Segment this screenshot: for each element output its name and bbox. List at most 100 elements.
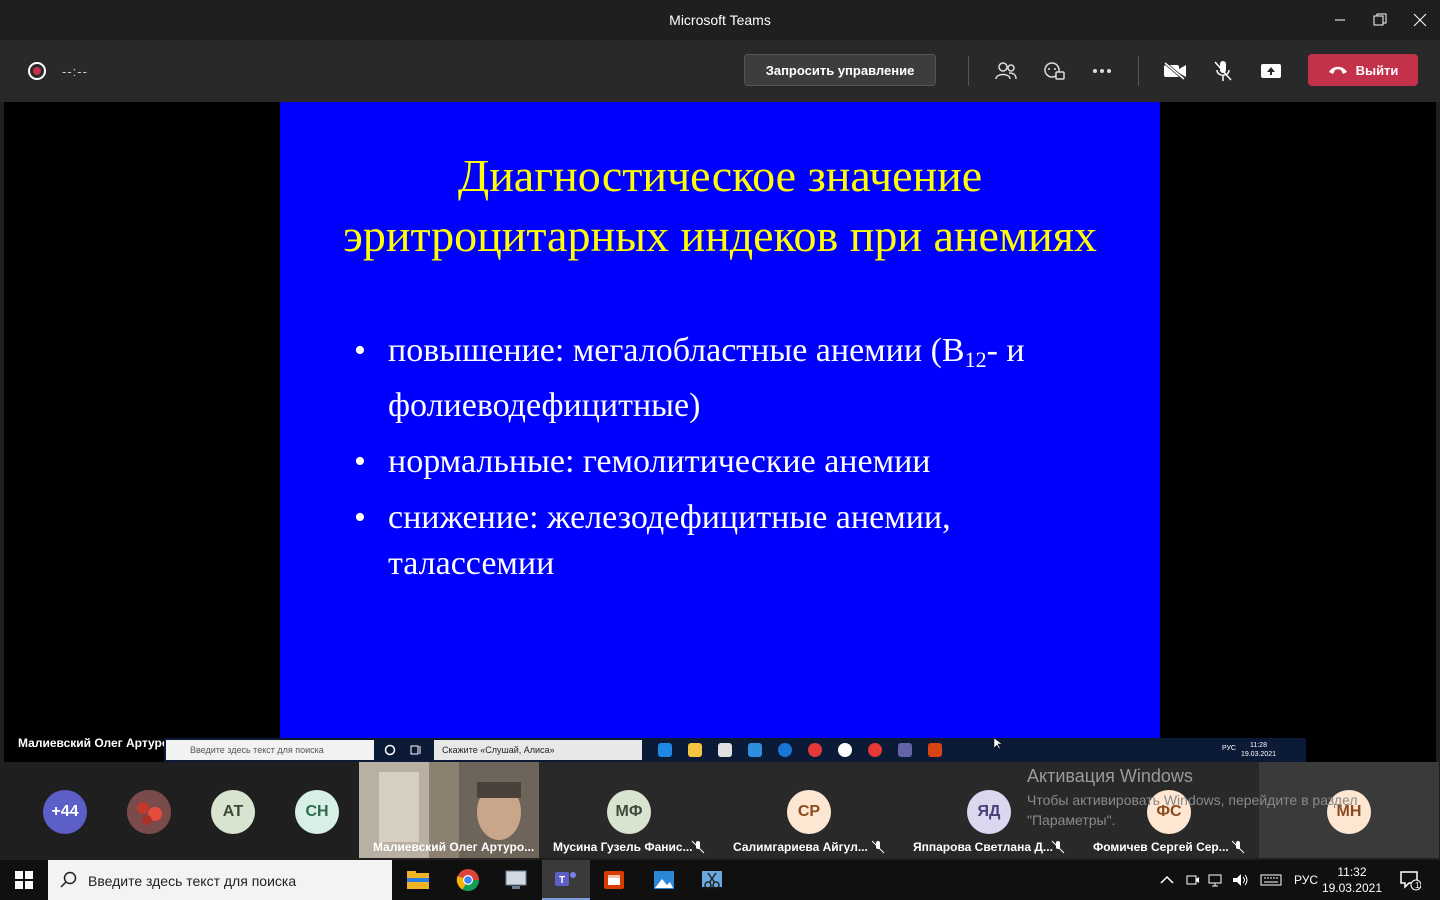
avatar-initials: ЯД — [967, 790, 1011, 834]
mail-icon — [748, 743, 762, 757]
shared-search-box: Введите здесь текст для поиска — [166, 740, 374, 760]
call-timer: --:-- — [62, 64, 88, 79]
mic-off-icon — [1214, 61, 1232, 81]
mic-off-icon — [691, 840, 705, 854]
snipping-tool-app[interactable] — [688, 860, 736, 900]
meet-now-icon[interactable] — [1186, 873, 1200, 887]
chevron-up-icon[interactable] — [1160, 875, 1174, 885]
chrome-app[interactable] — [444, 860, 492, 900]
chat-button[interactable] — [1039, 56, 1069, 86]
participant-video-tile[interactable]: Малиевский Олег Артуро... — [359, 762, 539, 858]
slide-bullet: повышение: мегалобластные анемии (B12- и… — [354, 328, 1114, 429]
minimize-icon — [1335, 19, 1345, 21]
participant-name: Малиевский Олег Артуро... — [373, 840, 535, 854]
network-icon[interactable] — [1208, 873, 1224, 887]
ie-icon — [778, 743, 792, 757]
restore-button[interactable] — [1360, 0, 1400, 40]
shared-taskbar: Введите здесь текст для поиска Скажите «… — [164, 738, 1306, 762]
chrome-icon — [808, 743, 822, 757]
edge-icon — [658, 743, 672, 757]
mouse-cursor-icon — [994, 738, 1002, 750]
activation-watermark-title: Активация Windows — [1027, 766, 1193, 786]
presentation-slide: Диагностическое значение эритроцитарных … — [280, 102, 1160, 742]
avatar-photo[interactable] — [127, 790, 171, 834]
avatar-initials[interactable]: АТ — [211, 790, 255, 834]
call-toolbar: --:-- Запросить управление Выйти — [0, 40, 1440, 102]
taskbar-search-box[interactable]: Введите здесь текст для поиска — [48, 860, 392, 900]
participant-name: Яппарова Светлана Д... — [913, 840, 1053, 854]
more-actions-button[interactable] — [1087, 56, 1117, 86]
office-app[interactable] — [590, 860, 638, 900]
shared-clock: 11:28 19.03.2021 — [1241, 741, 1276, 759]
avatar-initials: МФ — [607, 790, 651, 834]
participants-button[interactable] — [991, 56, 1021, 86]
participant-tile[interactable]: МФ Мусина Гузель Фанис... — [539, 762, 719, 858]
ellipsis-icon — [1093, 69, 1111, 73]
start-button[interactable] — [0, 860, 48, 900]
close-icon — [1413, 13, 1427, 27]
slide-title-line-2: эритроцитарных индеков при анемиях — [343, 210, 1097, 261]
volume-icon[interactable] — [1232, 873, 1250, 887]
mic-off-icon — [871, 840, 885, 854]
leave-call-button[interactable]: Выйти — [1308, 54, 1418, 86]
input-language[interactable]: РУС — [1294, 873, 1318, 887]
notification-count: 1 — [1415, 881, 1420, 890]
powerpoint-icon — [928, 743, 942, 757]
avatar-initials[interactable]: СН — [295, 790, 339, 834]
slide-bullet-list: повышение: мегалобластные анемии (B12- и… — [354, 328, 1114, 597]
share-screen-icon — [1261, 64, 1281, 78]
window-title: Microsoft Teams — [669, 12, 771, 28]
remote-desktop-app[interactable] — [492, 860, 540, 900]
teams-icon: T — [555, 872, 576, 886]
cortana-icon — [384, 744, 396, 756]
people-icon — [995, 62, 1017, 80]
taskbar-clock[interactable]: 11:32 19.03.2021 — [1322, 864, 1382, 896]
shared-screen-stage: Диагностическое значение эритроцитарных … — [4, 102, 1436, 762]
overflow-participants-button[interactable]: +44 — [43, 790, 87, 834]
slide-title-line-1: Диагностическое значение — [457, 150, 983, 201]
participant-name: Фомичев Сергей Сер... — [1093, 840, 1229, 854]
keyboard-icon[interactable] — [1260, 873, 1282, 887]
mic-off-icon — [1231, 840, 1245, 854]
teams-app[interactable]: T — [542, 860, 590, 900]
request-control-button[interactable]: Запросить управление — [744, 54, 936, 86]
clock-date: 19.03.2021 — [1321, 881, 1382, 895]
slide-title: Диагностическое значение эритроцитарных … — [280, 146, 1160, 266]
action-center-button[interactable]: 1 — [1388, 860, 1432, 900]
avatar-photo-icon — [127, 790, 171, 834]
title-bar: Microsoft Teams — [0, 0, 1440, 40]
mic-off-icon — [1051, 840, 1065, 854]
minimize-button[interactable] — [1320, 0, 1360, 40]
restore-icon — [1373, 13, 1387, 26]
recording-icon — [28, 62, 46, 80]
leave-label: Выйти — [1355, 62, 1399, 78]
slide-bullet: нормальные: гемолитические анемии — [354, 439, 1114, 485]
camera-off-icon — [1164, 62, 1186, 80]
opera-icon — [868, 743, 882, 757]
folder-icon — [407, 871, 429, 889]
toolbar-divider — [968, 56, 969, 86]
windows-logo-icon — [15, 871, 33, 889]
office-icon — [604, 871, 624, 889]
mic-toggle-button[interactable] — [1208, 56, 1238, 86]
slide-bullet: снижение: железодефицитные анемии, талас… — [354, 495, 1114, 587]
shared-time: 11:28 — [1249, 742, 1267, 749]
shared-date: 19.03.2021 — [1240, 751, 1276, 758]
bullet-text: повышение: мегалобластные анемии (B — [388, 332, 965, 369]
chrome-icon — [456, 869, 479, 891]
close-button[interactable] — [1400, 0, 1440, 40]
system-tray: РУС — [1160, 860, 1318, 900]
toolbar-divider — [1138, 56, 1139, 86]
participant-name: Салимгариева Айгул... — [733, 840, 868, 854]
participant-tile[interactable]: СР Салимгариева Айгул... — [719, 762, 899, 858]
camera-toggle-button[interactable] — [1160, 56, 1190, 86]
store-icon — [718, 743, 732, 757]
search-icon — [60, 871, 77, 888]
scissors-icon — [702, 871, 722, 889]
photos-app[interactable] — [640, 860, 688, 900]
photos-icon — [654, 871, 674, 889]
file-explorer-app[interactable] — [394, 860, 442, 900]
teams-icon — [898, 743, 912, 757]
folder-icon — [688, 743, 702, 757]
share-screen-button[interactable] — [1256, 56, 1286, 86]
